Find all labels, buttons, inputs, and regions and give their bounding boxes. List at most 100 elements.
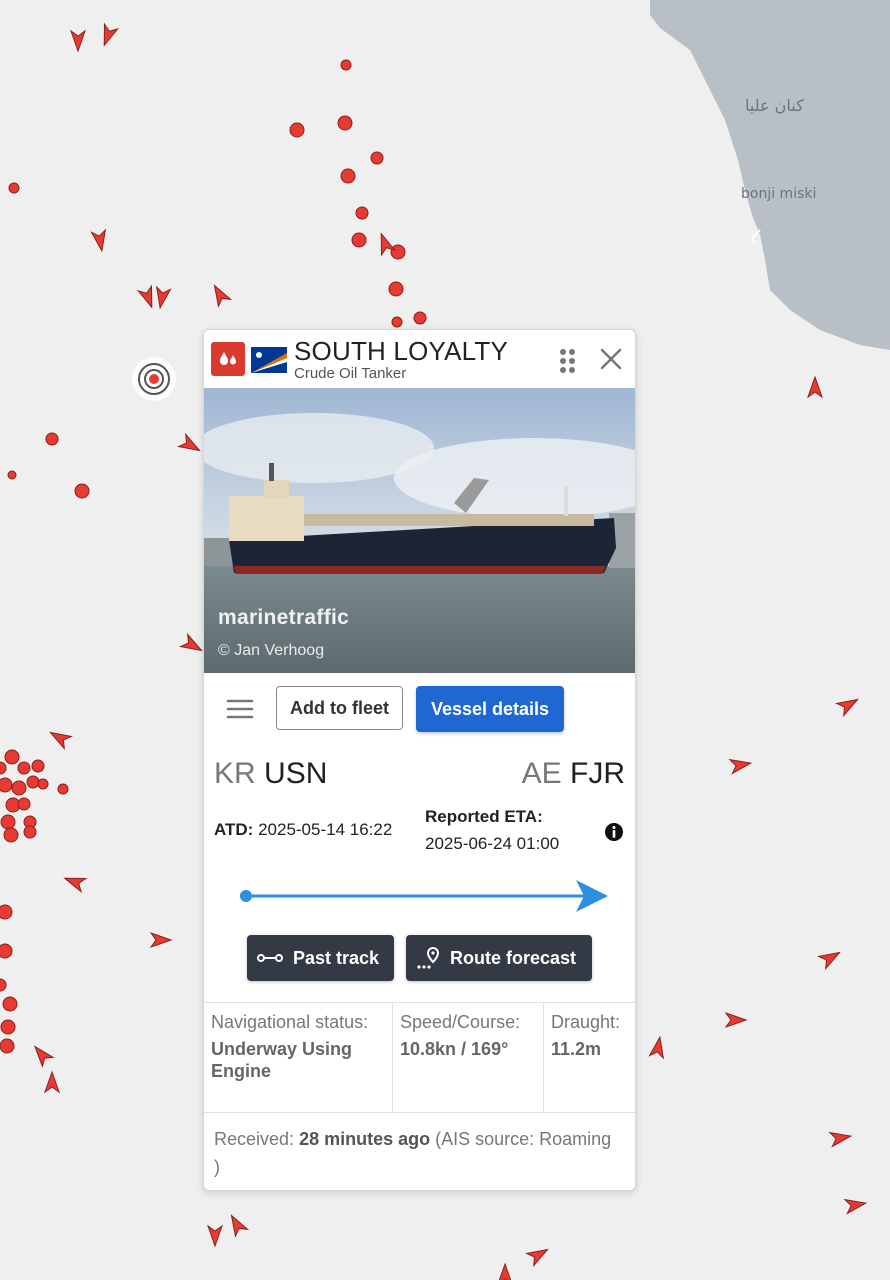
route-pin-icon (417, 946, 440, 969)
vessel-arrow-marker[interactable] (177, 432, 203, 456)
vessel-arrow-marker[interactable] (90, 228, 109, 253)
received-info: Received: 28 minutes ago (AIS source: Ro… (214, 1125, 614, 1181)
speed-course-value: 10.8kn / 169° (400, 1039, 509, 1059)
vessel-details-button[interactable]: Vessel details (416, 686, 564, 732)
draught-value: 11.2m (551, 1039, 602, 1059)
route-forecast-label: Route forecast (450, 947, 577, 968)
arrival-port: AE FJR (522, 757, 625, 791)
vessel-dot-marker[interactable] (0, 777, 13, 793)
vessel-arrow-marker[interactable] (817, 946, 843, 971)
info-icon[interactable] (604, 822, 624, 842)
vessel-dot-marker[interactable] (390, 244, 406, 260)
vessel-dot-marker[interactable] (0, 761, 7, 775)
vessel-dot-marker[interactable] (340, 59, 352, 71)
vessel-dot-marker[interactable] (23, 825, 37, 839)
vessel-arrow-marker[interactable] (498, 1262, 512, 1280)
vessel-dot-marker[interactable] (4, 749, 20, 765)
vessel-dot-marker[interactable] (289, 122, 305, 138)
hamburger-menu-icon[interactable] (226, 698, 254, 720)
vessel-arrow-marker[interactable] (44, 1070, 60, 1094)
vessel-dot-marker[interactable] (0, 1038, 15, 1054)
vessel-dot-marker[interactable] (351, 232, 367, 248)
vessel-dot-marker[interactable] (37, 778, 49, 790)
vessel-dot-marker[interactable] (45, 432, 59, 446)
vessel-arrow-marker[interactable] (648, 1035, 667, 1060)
vessel-arrow-marker[interactable] (728, 756, 753, 775)
vessel-dot-marker[interactable] (3, 827, 19, 843)
voyage-progress-bar (240, 880, 608, 912)
vessel-arrow-marker[interactable] (843, 1196, 868, 1215)
route-forecast-button[interactable]: Route forecast (406, 935, 592, 981)
vessel-arrow-marker[interactable] (149, 932, 173, 948)
vessel-arrow-marker[interactable] (30, 1042, 55, 1069)
departure-port: KR USN (214, 757, 327, 791)
vessel-dot-marker[interactable] (17, 761, 31, 775)
vessel-dot-marker[interactable] (355, 206, 369, 220)
vessel-dot-marker[interactable] (11, 780, 27, 796)
vessel-dot-marker[interactable] (26, 775, 40, 789)
vessel-arrow-marker[interactable] (208, 282, 233, 308)
speed-course-cell: Speed/Course: 10.8kn / 169° (392, 1003, 543, 1112)
vessel-arrow-marker[interactable] (225, 1212, 250, 1238)
vessel-arrow-marker[interactable] (207, 1224, 223, 1248)
vessel-arrow-marker[interactable] (525, 1243, 551, 1268)
add-to-fleet-button[interactable]: Add to fleet (276, 686, 403, 730)
target-marker[interactable] (132, 357, 176, 401)
arrival-country: AE (521, 757, 562, 790)
popup-header: SOUTH LOYALTY Crude Oil Tanker (204, 330, 635, 388)
vessel-arrow-marker[interactable] (136, 284, 158, 310)
close-icon[interactable] (600, 348, 622, 370)
vessel-arrow-marker[interactable] (179, 632, 205, 656)
vessel-dot-marker[interactable] (8, 182, 20, 194)
vessel-dot-marker[interactable] (74, 483, 90, 499)
vessel-dot-marker[interactable] (0, 814, 16, 830)
draught-label: Draught: (551, 1012, 621, 1032)
vessel-dot-marker[interactable] (2, 996, 18, 1012)
coastline-land (650, 0, 890, 350)
vessel-dot-marker[interactable] (7, 470, 17, 480)
vessel-popup: SOUTH LOYALTY Crude Oil Tanker marinetra… (203, 329, 636, 1191)
vessel-arrow-marker[interactable] (98, 22, 120, 48)
speed-course-label: Speed/Course: (400, 1012, 521, 1032)
atd-info: ATD: 2025-05-14 16:22 (214, 820, 392, 840)
vessel-arrow-marker[interactable] (47, 726, 73, 751)
vessel-name: SOUTH LOYALTY (294, 336, 509, 366)
received-label: Received: (214, 1129, 295, 1149)
vessel-dot-marker[interactable] (0, 904, 13, 920)
vessel-dot-marker[interactable] (388, 281, 404, 297)
vessel-dot-marker[interactable] (413, 311, 427, 325)
photo-watermark: marinetraffic (218, 606, 350, 629)
past-track-label: Past track (293, 947, 380, 968)
vessel-arrow-marker[interactable] (70, 29, 86, 53)
vessel-dot-marker[interactable] (0, 978, 7, 992)
vessel-arrow-marker[interactable] (807, 375, 823, 399)
vessel-photo[interactable]: marinetraffic © Jan Verhoog (204, 388, 635, 673)
vessel-arrow-marker[interactable] (62, 872, 88, 894)
arrival-port-code[interactable]: FJR (570, 757, 625, 790)
navigational-status-cell: Navigational status: Underway Using Engi… (204, 1003, 392, 1112)
vessel-arrow-marker[interactable] (153, 285, 172, 310)
drag-handle-icon[interactable] (559, 348, 577, 374)
status-grid: Navigational status: Underway Using Engi… (204, 1002, 635, 1113)
vessel-dot-marker[interactable] (370, 151, 384, 165)
vessel-arrow-marker[interactable] (724, 1012, 748, 1028)
vessel-dot-marker[interactable] (57, 783, 69, 795)
vessel-dot-marker[interactable] (17, 797, 31, 811)
photo-credit: © Jan Verhoog (218, 642, 325, 659)
marshall-islands-flag (251, 347, 287, 373)
vessel-dot-marker[interactable] (0, 943, 13, 959)
vessel-arrow-marker[interactable] (835, 693, 861, 718)
departure-port-code[interactable]: USN (264, 757, 327, 790)
vessel-dot-marker[interactable] (0, 1019, 16, 1035)
vessel-dot-marker[interactable] (391, 316, 403, 328)
vessel-dot-marker[interactable] (340, 168, 356, 184)
vessel-dot-marker[interactable] (337, 115, 353, 131)
nav-status-label: Navigational status: (211, 1012, 369, 1032)
nav-status-value: Underway Using Engine (211, 1039, 353, 1081)
vessel-dot-marker[interactable] (31, 759, 45, 773)
past-track-button[interactable]: Past track (247, 935, 394, 981)
eta-label: Reported ETA: (425, 807, 543, 826)
coastline-inlet (750, 229, 761, 244)
vessel-arrow-marker[interactable] (828, 1129, 853, 1148)
land-label-arabic: كنان عليا (745, 96, 804, 115)
